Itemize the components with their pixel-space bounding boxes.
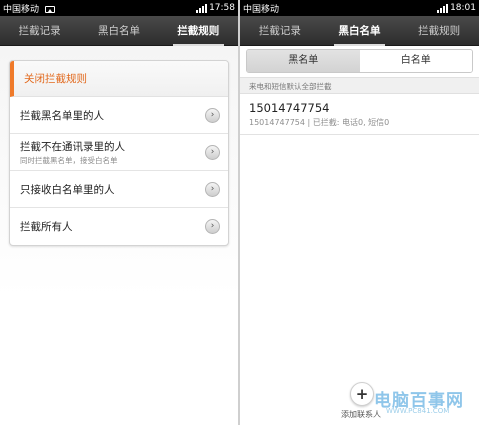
- tab-block-records[interactable]: 拦截记录: [240, 16, 320, 46]
- tab-block-rules[interactable]: 拦截规则: [399, 16, 479, 46]
- contact-block-stats: 15014747754 | 已拦截: 电话0, 短信0: [249, 118, 390, 127]
- rule-description: 同时拦截黑名单，接受白名单: [20, 155, 118, 165]
- status-bar: 中国移动 18:01: [240, 0, 479, 16]
- contact-number: 15014747754: [249, 101, 330, 115]
- default-block-info: 来电和短信默认全部拦截: [240, 77, 479, 94]
- chevron-right-icon[interactable]: ›: [205, 181, 220, 197]
- rule-whitelist-only[interactable]: 只接收白名单里的人 ›: [10, 171, 228, 208]
- chevron-right-icon[interactable]: ›: [205, 219, 220, 234]
- carrier-name: 中国移动: [3, 2, 195, 15]
- tab-block-records[interactable]: 拦截记录: [0, 16, 79, 46]
- status-time: 18:01: [450, 3, 476, 13]
- image-notification-icon: [44, 5, 55, 13]
- rule-label: 只接收白名单里的人: [20, 183, 115, 196]
- carrier-label: 中国移动: [3, 4, 40, 15]
- status-time: 17:58: [209, 3, 235, 13]
- rule-text: 拦截所有人: [20, 219, 205, 234]
- signal-icon: [195, 3, 208, 13]
- watermark-url: WWW.PC841.COM: [386, 407, 450, 415]
- list-item[interactable]: 15014747754 15014747754 | 已拦截: 电话0, 短信0: [240, 95, 479, 135]
- tab-block-rules[interactable]: 拦截规则: [159, 16, 238, 46]
- list-type-segmented-control: 黑名单 白名单: [246, 49, 473, 73]
- left-screen: 中国移动 17:58 拦截记录 黑白名单 拦截规则 关闭拦截规则 拦截黑名单里的…: [0, 0, 238, 425]
- rule-block-all[interactable]: 拦截所有人 ›: [10, 208, 228, 245]
- signal-icon: [436, 3, 449, 13]
- rule-label: 拦截所有人: [20, 221, 73, 233]
- rule-label: 拦截不在通讯录里的人: [20, 140, 125, 153]
- tab-bar: 拦截记录 黑白名单 拦截规则: [240, 16, 479, 46]
- rule-label: 拦截黑名单里的人: [20, 109, 104, 122]
- rule-text: 只接收白名单里的人: [20, 182, 205, 197]
- chevron-right-icon[interactable]: ›: [205, 107, 220, 123]
- rules-card: 关闭拦截规则 拦截黑名单里的人 › 拦截不在通讯录里的人 同时拦截黑名单，接受白…: [9, 60, 229, 246]
- right-screen: 中国移动 18:01 拦截记录 黑白名单 拦截规则 黑名单 白名单 来电和短信默…: [240, 0, 479, 425]
- disable-rules-button[interactable]: 关闭拦截规则: [10, 61, 228, 97]
- chevron-right-icon[interactable]: ›: [205, 144, 220, 160]
- carrier-label: 中国移动: [243, 4, 280, 15]
- tab-black-white-list[interactable]: 黑白名单: [320, 16, 400, 46]
- status-bar: 中国移动 17:58: [0, 0, 238, 16]
- rule-block-blacklist[interactable]: 拦截黑名单里的人 ›: [10, 97, 228, 134]
- rule-block-non-contacts[interactable]: 拦截不在通讯录里的人 同时拦截黑名单，接受白名单 ›: [10, 134, 228, 171]
- add-contact-button[interactable]: +: [350, 382, 374, 406]
- whitelist-segment[interactable]: 白名单: [359, 50, 472, 72]
- tab-black-white-list[interactable]: 黑白名单: [79, 16, 158, 46]
- tab-bar: 拦截记录 黑白名单 拦截规则: [0, 16, 238, 46]
- blacklist-segment[interactable]: 黑名单: [247, 50, 360, 72]
- rule-text: 拦截不在通讯录里的人 同时拦截黑名单，接受白名单: [20, 139, 205, 166]
- rule-text: 拦截黑名单里的人: [20, 108, 205, 123]
